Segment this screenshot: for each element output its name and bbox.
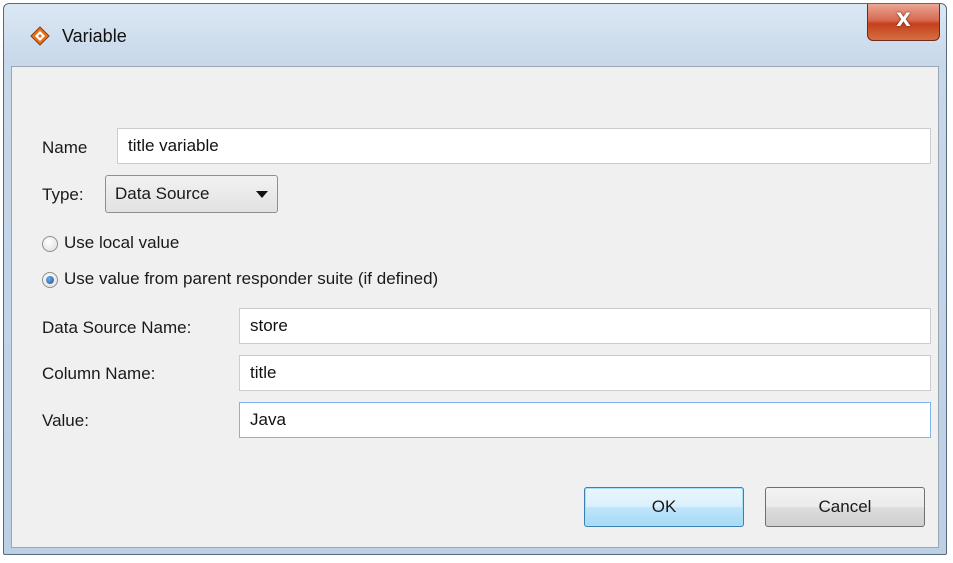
dialog-window: Variable X Name title variable Type: Dat… (3, 3, 947, 555)
name-label: Name (42, 138, 88, 157)
window-title: Variable (62, 26, 127, 46)
name-field[interactable]: title variable (117, 128, 931, 164)
use-parent-value-radio[interactable] (42, 272, 58, 288)
type-select-value: Data Source (115, 184, 210, 203)
title-bar[interactable]: Variable X (4, 4, 946, 66)
close-button[interactable]: X (867, 4, 940, 41)
cancel-button[interactable]: Cancel (765, 487, 925, 527)
dropdown-arrow-icon (256, 191, 268, 198)
data-source-name-label: Data Source Name: (42, 318, 192, 337)
app-icon (30, 26, 50, 46)
type-select[interactable]: Data Source (105, 175, 278, 213)
type-label: Type: (42, 185, 84, 204)
use-local-value-label[interactable]: Use local value (64, 233, 179, 253)
data-source-name-field[interactable]: store (239, 308, 931, 344)
ok-button[interactable]: OK (584, 487, 744, 527)
value-field[interactable]: Java (239, 402, 931, 438)
use-parent-value-label[interactable]: Use value from parent responder suite (i… (64, 269, 438, 289)
value-label: Value: (42, 411, 89, 430)
use-local-value-radio[interactable] (42, 236, 58, 252)
column-name-field[interactable]: title (239, 355, 931, 391)
radio-selected-dot (46, 276, 54, 284)
dialog-body: Name title variable Type: Data Source Us… (11, 66, 939, 548)
column-name-label: Column Name: (42, 364, 156, 383)
close-icon: X (896, 9, 911, 31)
